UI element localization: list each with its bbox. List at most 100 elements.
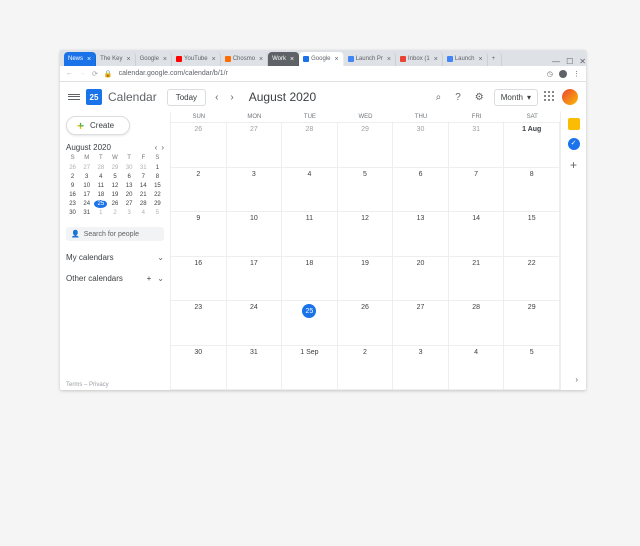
back-icon[interactable]: ←: [66, 70, 73, 77]
day-cell[interactable]: 1 Aug: [504, 123, 560, 168]
browser-tab[interactable]: Inbox (1×: [396, 52, 443, 66]
tab-close-icon[interactable]: ×: [212, 56, 216, 63]
mini-day[interactable]: 22: [151, 191, 164, 199]
tasks-icon[interactable]: [568, 138, 580, 150]
day-cell[interactable]: 27: [227, 123, 283, 168]
mini-day[interactable]: 4: [94, 173, 107, 181]
browser-tab[interactable]: News×: [64, 52, 96, 66]
day-cell[interactable]: 5: [504, 346, 560, 391]
mini-day[interactable]: 25: [94, 200, 107, 208]
mini-day[interactable]: 16: [66, 191, 79, 199]
tab-close-icon[interactable]: ×: [163, 56, 167, 63]
day-cell[interactable]: 16: [171, 257, 227, 302]
extension-icon[interactable]: ◷: [547, 70, 553, 78]
day-cell[interactable]: 4: [282, 168, 338, 213]
view-selector[interactable]: Month▾: [494, 89, 538, 106]
help-icon[interactable]: ?: [451, 92, 465, 103]
collapse-panel-icon[interactable]: ›: [575, 375, 578, 384]
mini-day[interactable]: 4: [137, 209, 150, 217]
day-cell[interactable]: 2: [338, 346, 394, 391]
mini-day[interactable]: 2: [66, 173, 79, 181]
day-cell[interactable]: 21: [449, 257, 505, 302]
mini-day[interactable]: 23: [66, 200, 79, 208]
mini-day[interactable]: 20: [123, 191, 136, 199]
window-close-button[interactable]: ✕: [579, 57, 586, 66]
next-month-icon[interactable]: ›: [227, 92, 236, 103]
new-tab-button[interactable]: +: [488, 52, 502, 66]
window-min-button[interactable]: —: [552, 57, 560, 66]
tab-close-icon[interactable]: ×: [334, 56, 338, 63]
url-text[interactable]: calendar.google.com/calendar/b/1/r: [119, 70, 541, 77]
browser-tab[interactable]: Chosmo×: [221, 52, 268, 66]
mini-day[interactable]: 26: [66, 164, 79, 172]
account-avatar[interactable]: [562, 89, 578, 105]
day-cell[interactable]: 8: [504, 168, 560, 213]
day-cell[interactable]: 6: [393, 168, 449, 213]
day-cell[interactable]: 30: [393, 123, 449, 168]
mini-day[interactable]: 18: [94, 191, 107, 199]
mini-day[interactable]: 30: [66, 209, 79, 217]
mini-day[interactable]: 24: [80, 200, 93, 208]
browser-tab[interactable]: YouTube×: [172, 52, 221, 66]
day-cell[interactable]: 14: [449, 212, 505, 257]
mini-day[interactable]: 2: [108, 209, 121, 217]
browser-tab[interactable]: The Key×: [96, 52, 135, 66]
search-icon[interactable]: ⌕: [432, 92, 446, 103]
day-cell[interactable]: 9: [171, 212, 227, 257]
day-cell[interactable]: 5: [338, 168, 394, 213]
day-cell[interactable]: 31: [449, 123, 505, 168]
day-cell[interactable]: 1 Sep: [282, 346, 338, 391]
mini-day[interactable]: 6: [123, 173, 136, 181]
mini-day[interactable]: 29: [151, 200, 164, 208]
mini-day[interactable]: 29: [108, 164, 121, 172]
keep-icon[interactable]: [568, 118, 580, 130]
mini-day[interactable]: 3: [80, 173, 93, 181]
mini-day[interactable]: 28: [94, 164, 107, 172]
mini-day[interactable]: 28: [137, 200, 150, 208]
day-cell[interactable]: 3: [393, 346, 449, 391]
profile-dot-icon[interactable]: [559, 70, 567, 78]
tab-close-icon[interactable]: ×: [126, 56, 130, 63]
tab-close-icon[interactable]: ×: [434, 56, 438, 63]
day-cell[interactable]: 29: [338, 123, 394, 168]
day-cell[interactable]: 13: [393, 212, 449, 257]
day-cell[interactable]: 26: [171, 123, 227, 168]
day-cell[interactable]: 26: [338, 301, 394, 346]
mini-day[interactable]: 5: [108, 173, 121, 181]
mini-day[interactable]: 27: [80, 164, 93, 172]
my-calendars-section[interactable]: My calendars ⌄: [66, 253, 164, 262]
tab-close-icon[interactable]: ×: [387, 56, 391, 63]
mini-day[interactable]: 21: [137, 191, 150, 199]
day-cell[interactable]: 19: [338, 257, 394, 302]
day-cell[interactable]: 27: [393, 301, 449, 346]
day-cell[interactable]: 2: [171, 168, 227, 213]
search-people-input[interactable]: 👤 Search for people: [66, 227, 164, 241]
browser-tab[interactable]: Launch Pr×: [344, 52, 396, 66]
day-cell[interactable]: 18: [282, 257, 338, 302]
day-cell[interactable]: 28: [282, 123, 338, 168]
day-cell[interactable]: 10: [227, 212, 283, 257]
mini-day[interactable]: 1: [94, 209, 107, 217]
main-menu-icon[interactable]: [68, 91, 80, 103]
browser-tab[interactable]: Google×: [299, 52, 343, 66]
mini-day[interactable]: 19: [108, 191, 121, 199]
day-cell[interactable]: 20: [393, 257, 449, 302]
mini-day[interactable]: 5: [151, 209, 164, 217]
mini-day[interactable]: 13: [123, 182, 136, 190]
day-cell[interactable]: 31: [227, 346, 283, 391]
day-cell[interactable]: 29: [504, 301, 560, 346]
mini-day[interactable]: 1: [151, 164, 164, 172]
mini-day[interactable]: 31: [80, 209, 93, 217]
mini-day[interactable]: 11: [94, 182, 107, 190]
mini-day[interactable]: 26: [108, 200, 121, 208]
mini-day[interactable]: 17: [80, 191, 93, 199]
mini-next-icon[interactable]: ›: [161, 143, 164, 152]
day-cell[interactable]: 22: [504, 257, 560, 302]
create-button[interactable]: + Create: [66, 116, 130, 135]
today-button[interactable]: Today: [167, 89, 206, 106]
forward-icon[interactable]: →: [79, 70, 86, 77]
day-cell[interactable]: 3: [227, 168, 283, 213]
tab-close-icon[interactable]: ×: [478, 56, 482, 63]
day-cell[interactable]: 30: [171, 346, 227, 391]
day-cell[interactable]: 4: [449, 346, 505, 391]
